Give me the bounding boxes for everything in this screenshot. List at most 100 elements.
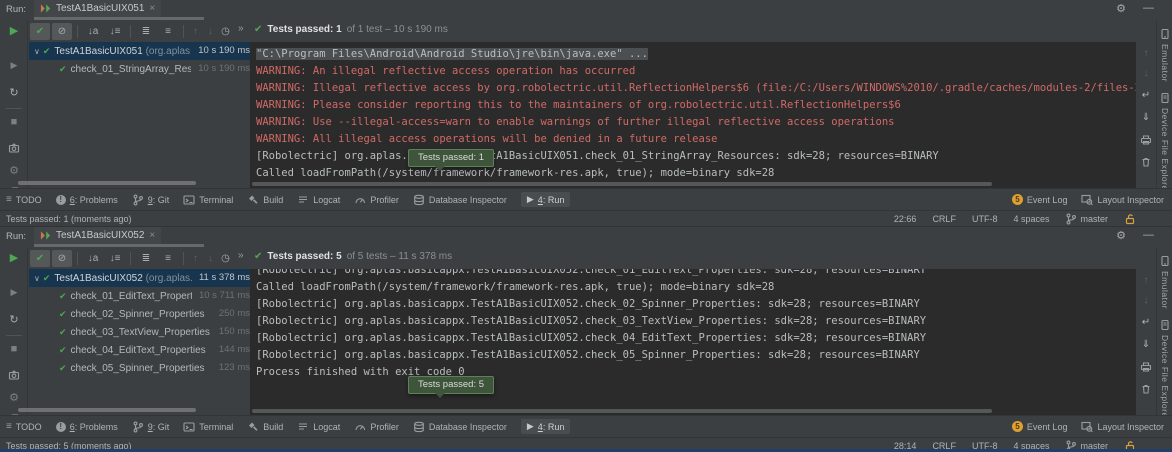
rerun-failed-tests-icon[interactable]: ▶ (0, 287, 28, 298)
toolwindow-git[interactable]: 9: Git (132, 194, 170, 206)
toolbar-overflow-icon[interactable]: » (238, 23, 244, 34)
show-ignored-icon[interactable]: ⊘ (52, 23, 72, 40)
console-output[interactable]: "C:\Program Files\Android\Android Studio… (250, 42, 1136, 188)
sort-alphabetically-icon[interactable]: ↓a (83, 250, 103, 267)
scroll-to-end-icon[interactable]: ⇓ (1136, 339, 1156, 350)
toolwindow-run[interactable]: ▶4: Run (521, 419, 570, 434)
toolwindow-database-inspector[interactable]: Database Inspector (413, 194, 507, 206)
toolwindow-terminal[interactable]: Terminal (183, 421, 233, 433)
toolwindow-terminal[interactable]: Terminal (183, 194, 233, 206)
show-ignored-icon[interactable]: ⊘ (52, 250, 72, 267)
hide-icon[interactable]: — (1143, 229, 1154, 241)
next-occurrence-icon[interactable]: ↓ (204, 250, 217, 267)
git-branch-widget[interactable]: master (1065, 213, 1108, 225)
test-tree-root-row[interactable]: ∨✔TestA1BasicUIX052 (org.aplas.basica 11… (29, 269, 250, 287)
hide-icon[interactable]: — (1143, 2, 1154, 14)
toolwindow-run[interactable]: ▶4: Run (521, 192, 570, 207)
print-icon[interactable] (1140, 361, 1152, 373)
print-icon[interactable] (1140, 134, 1152, 146)
test-tree-root-row[interactable]: ∨✔TestA1BasicUIX051 (org.aplas.basica 10… (29, 42, 250, 60)
camera-icon[interactable] (8, 142, 20, 154)
toggle-auto-test-icon[interactable]: ↻ (0, 86, 28, 99)
toolwindow-build[interactable]: Build (247, 194, 283, 206)
tree-horizontal-scrollbar[interactable] (18, 181, 196, 185)
clear-console-icon[interactable] (1140, 156, 1152, 168)
close-icon[interactable]: × (149, 230, 155, 241)
collapse-all-icon[interactable]: ≡ (158, 23, 178, 40)
test-settings-icon[interactable]: ⚙ (0, 164, 28, 177)
gear-icon[interactable]: ⚙ (1116, 229, 1126, 242)
stop-icon[interactable]: ■ (0, 343, 28, 355)
test-tree-row[interactable]: ✔check_01_StringArray_Resources 10 s 190… (29, 60, 250, 78)
event-log-button[interactable]: 5Event Log (1012, 194, 1068, 205)
test-settings-icon[interactable]: ⚙ (0, 391, 28, 404)
toolbar-overflow-icon[interactable]: » (238, 250, 244, 261)
sort-alphabetically-icon[interactable]: ↓a (83, 23, 103, 40)
test-tree-row[interactable]: ✔check_04_EditText_Properties 144 ms (29, 341, 250, 359)
expand-all-icon[interactable]: ≣ (136, 23, 156, 40)
run-config-tab[interactable]: TestA1BasicUIX051 × (34, 0, 161, 17)
up-stacktrace-icon[interactable]: ↑ (1136, 48, 1156, 59)
stop-icon[interactable]: ■ (0, 116, 28, 128)
test-tree-row[interactable]: ✔check_05_Spinner_Properties 123 ms (29, 359, 250, 377)
next-occurrence-icon[interactable]: ↓ (204, 23, 217, 40)
layout-inspector-button[interactable]: Layout Inspector (1081, 194, 1164, 206)
console-horizontal-scrollbar[interactable] (252, 182, 992, 186)
sort-by-duration-icon[interactable]: ↓≡ (105, 250, 125, 267)
test-history-icon[interactable]: ◷ (219, 23, 232, 40)
chevron-down-icon[interactable]: ∨ (29, 47, 43, 56)
toolwindow-todo[interactable]: ≡TODO (6, 421, 42, 432)
toolwindow-build[interactable]: Build (247, 421, 283, 433)
indent-style[interactable]: 4 spaces (1013, 214, 1049, 224)
layout-inspector-button[interactable]: Layout Inspector (1081, 421, 1164, 433)
line-separator[interactable]: CRLF (932, 214, 956, 224)
toolwindow-todo[interactable]: ≡TODO (6, 194, 42, 205)
toolwindow-database-inspector[interactable]: Database Inspector (413, 421, 507, 433)
chevron-down-icon[interactable]: ∨ (29, 274, 43, 283)
tool-stripe-device-file-explorer[interactable]: Device File Explorer (1157, 92, 1172, 194)
run-config-tab[interactable]: TestA1BasicUIX052 × (34, 227, 161, 244)
sort-by-duration-icon[interactable]: ↓≡ (105, 23, 125, 40)
tool-stripe-device-file-explorer[interactable]: Device File Explorer (1157, 319, 1172, 421)
test-tree-row[interactable]: ✔check_02_Spinner_Properties 250 ms (29, 305, 250, 323)
up-stacktrace-icon[interactable]: ↑ (1136, 275, 1156, 286)
unlock-icon[interactable] (1124, 213, 1136, 225)
soft-wrap-icon[interactable]: ↵ (1136, 90, 1156, 101)
down-stacktrace-icon[interactable]: ↓ (1136, 68, 1156, 79)
soft-wrap-icon[interactable]: ↵ (1136, 317, 1156, 328)
file-encoding[interactable]: UTF-8 (972, 214, 998, 224)
event-log-button[interactable]: 5Event Log (1012, 421, 1068, 432)
rerun-icon[interactable]: ▶ (0, 251, 28, 264)
toolwindow-problems[interactable]: !6: Problems (56, 195, 118, 205)
toolwindow-logcat[interactable]: Logcat (297, 194, 340, 206)
toolwindow-profiler[interactable]: Profiler (354, 194, 399, 206)
caret-position[interactable]: 22:66 (894, 214, 917, 224)
console-horizontal-scrollbar[interactable] (252, 409, 992, 413)
tool-stripe-emulator[interactable]: Emulator (1157, 255, 1172, 309)
console-output[interactable]: [Robolectric] org.aplas.basicappx.TestA1… (250, 269, 1136, 415)
scroll-to-end-icon[interactable]: ⇓ (1136, 112, 1156, 123)
close-icon[interactable]: × (149, 3, 155, 14)
tool-stripe-emulator[interactable]: Emulator (1157, 28, 1172, 82)
previous-occurrence-icon[interactable]: ↑ (189, 250, 202, 267)
test-tree-row[interactable]: ✔check_01_EditText_Properties 10 s 711 m… (29, 287, 250, 305)
test-tree-row[interactable]: ✔check_03_TextView_Properties 150 ms (29, 323, 250, 341)
camera-icon[interactable] (8, 369, 20, 381)
test-history-icon[interactable]: ◷ (219, 250, 232, 267)
toggle-auto-test-icon[interactable]: ↻ (0, 313, 28, 326)
show-passed-icon[interactable]: ✔ (30, 250, 50, 267)
toolwindow-problems[interactable]: !6: Problems (56, 422, 118, 432)
rerun-icon[interactable]: ▶ (0, 24, 28, 37)
down-stacktrace-icon[interactable]: ↓ (1136, 295, 1156, 306)
toolwindow-git[interactable]: 9: Git (132, 421, 170, 433)
previous-occurrence-icon[interactable]: ↑ (189, 23, 202, 40)
toolwindow-logcat[interactable]: Logcat (297, 421, 340, 433)
rerun-failed-tests-icon[interactable]: ▶ (0, 60, 28, 71)
toolwindow-profiler[interactable]: Profiler (354, 421, 399, 433)
tree-horizontal-scrollbar[interactable] (18, 408, 196, 412)
collapse-all-icon[interactable]: ≡ (158, 250, 178, 267)
show-passed-icon[interactable]: ✔ (30, 23, 50, 40)
expand-all-icon[interactable]: ≣ (136, 250, 156, 267)
clear-console-icon[interactable] (1140, 383, 1152, 395)
gear-icon[interactable]: ⚙ (1116, 2, 1126, 15)
